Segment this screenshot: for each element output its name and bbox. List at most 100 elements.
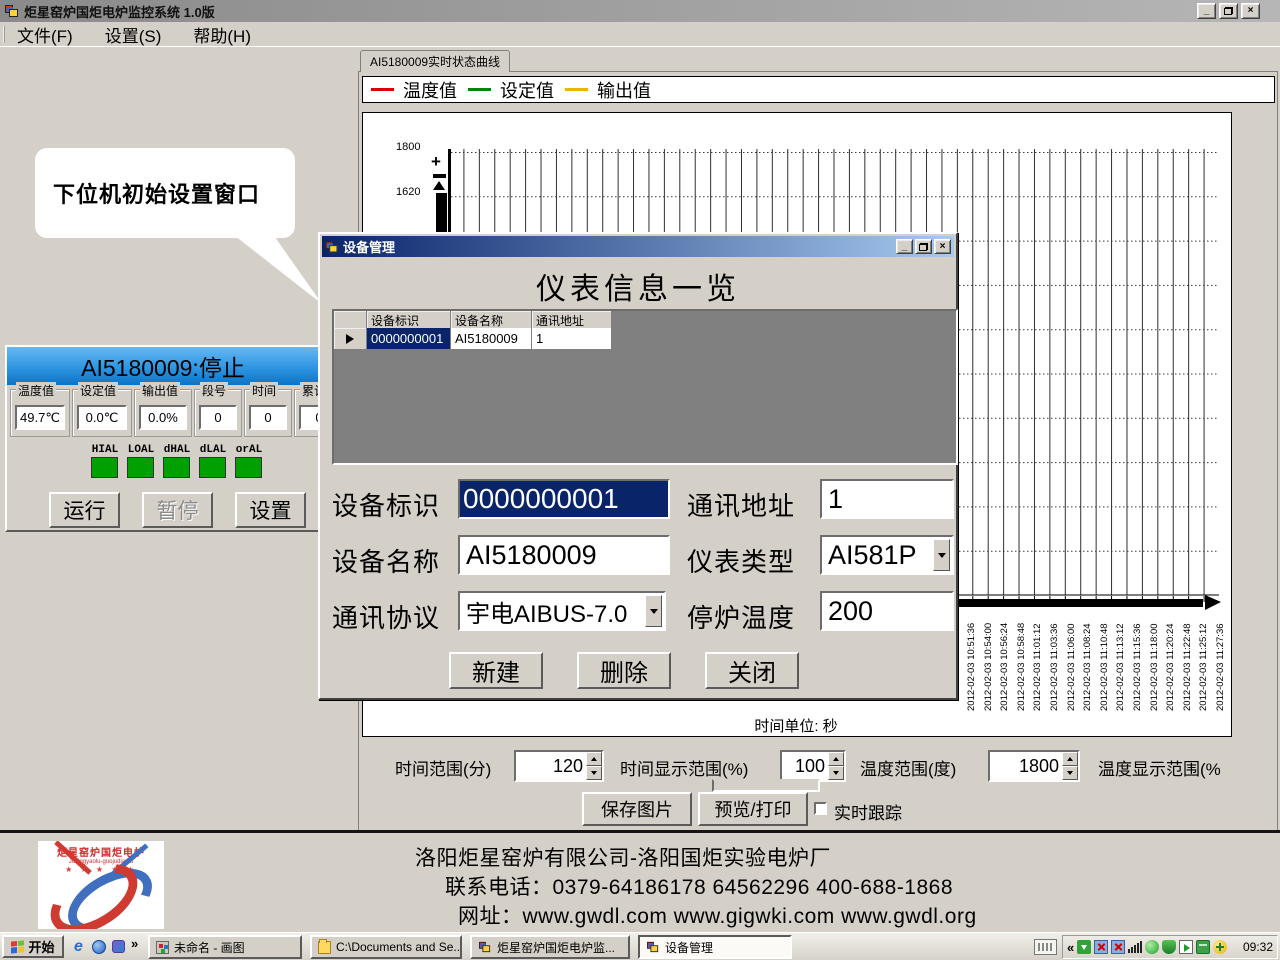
realtime-track-checkbox[interactable] (814, 802, 827, 815)
temp-range-label: 温度范围(度) (860, 755, 956, 780)
cell-device-id[interactable]: 0000000001 (367, 328, 451, 350)
meter-type-select[interactable]: AI581P (820, 535, 954, 575)
contact-phone: 联系电话：0379-64186178 64562296 400-688-1868 (445, 871, 953, 901)
cell-device-name[interactable]: AI5180009 (451, 328, 532, 350)
tray-network-disconnected-icon[interactable] (1094, 940, 1108, 954)
task-explorer[interactable]: C:\Documents and Se... (310, 935, 462, 959)
tab-realtime-curve[interactable]: AI5180009实时状态曲线 (360, 50, 510, 72)
x-tick: 2012-02-03 11:18:00 (1149, 623, 1160, 711)
delete-button[interactable]: 删除 (577, 652, 671, 689)
spin-down-icon[interactable] (586, 766, 602, 780)
temperature-line-swatch (371, 88, 394, 91)
task-paint[interactable]: 未命名 - 画图 (148, 935, 302, 959)
clock[interactable]: 09:32 (1243, 940, 1273, 954)
run-button[interactable]: 运行 (49, 492, 120, 528)
zoom-out-icon[interactable] (433, 174, 446, 178)
preview-print-button[interactable]: 预览/打印 (698, 792, 808, 826)
x-tick: 2012-02-03 10:56:24 (999, 623, 1010, 711)
device-status-panel: AI5180009:停止 温度值 49.7℃ 设定值 0.0℃ 输出值 0.0%… (5, 345, 321, 532)
browser-globe-icon[interactable] (90, 938, 107, 955)
field-output: 输出值 0.0% (134, 389, 192, 437)
chevron-down-icon[interactable] (645, 595, 662, 627)
start-button[interactable]: 开始 (2, 935, 64, 958)
time-display-value[interactable]: 100 (782, 752, 828, 780)
stop-temp-field[interactable]: 200 (820, 591, 954, 631)
spin-down-icon[interactable] (1062, 766, 1078, 780)
dialog-minimize-button[interactable]: _ (896, 239, 913, 254)
settings-button[interactable]: 设置 (235, 492, 306, 528)
minimize-button[interactable]: _ (1197, 3, 1216, 19)
pause-label: 暂停 (157, 495, 199, 525)
save-image-button[interactable]: 保存图片 (582, 792, 692, 826)
dialog-title-bar[interactable]: 设备管理 _ × (322, 236, 954, 257)
tray-network-disconnected-icon-2[interactable] (1111, 940, 1125, 954)
task-monitor-app[interactable]: 炬星窑炉国炬电炉监... (470, 935, 630, 959)
device-name-field[interactable]: AI5180009 (458, 535, 670, 575)
tray-signal-bars-icon[interactable] (1128, 940, 1142, 954)
internet-explorer-icon[interactable]: e (70, 938, 87, 955)
temp-range-spinner[interactable]: 1800 (988, 750, 1080, 782)
chart-legend: 温度值 设定值 输出值 (362, 76, 1275, 103)
temp-display-label: 温度显示范围(% (1098, 755, 1221, 780)
spin-up-icon[interactable] (828, 752, 844, 766)
tray-report-icon[interactable] (1179, 940, 1193, 954)
restore-button[interactable] (1219, 3, 1238, 19)
device-name-label: 设备名称 (332, 542, 440, 579)
protocol-value: 宇电AIBUS-7.0 (466, 594, 627, 629)
table-row[interactable]: 0000000001 AI5180009 1 (334, 328, 612, 350)
field-value: 0.0% (139, 405, 187, 430)
time-display-spinner[interactable]: 100 (780, 750, 846, 782)
close-button[interactable]: × (1241, 3, 1260, 19)
cell-comm-addr[interactable]: 1 (532, 328, 612, 350)
quick-launch-chevron-icon[interactable]: » (131, 936, 138, 951)
tray-download-icon[interactable] (1077, 940, 1091, 954)
settings-label: 设置 (250, 495, 292, 525)
legend-item-temperature: 温度值 (371, 77, 457, 103)
alarm-indicator-dhal (163, 457, 190, 478)
chevron-down-icon[interactable] (933, 539, 950, 571)
legend-item-setpoint: 设定值 (468, 77, 554, 103)
dialog-close-button[interactable]: × (934, 239, 951, 254)
new-button[interactable]: 新建 (449, 652, 543, 689)
time-range-value[interactable]: 120 (516, 752, 586, 780)
partial-spinbox (712, 779, 820, 792)
legend-item-output: 输出值 (565, 77, 651, 103)
protocol-select[interactable]: 宇电AIBUS-7.0 (458, 591, 666, 631)
zoom-in-icon[interactable]: + (431, 152, 441, 172)
task-label: C:\Documents and Se... (336, 940, 462, 954)
time-display-label: 时间显示范围(%) (620, 755, 748, 780)
dialog-maximize-button[interactable] (915, 239, 932, 254)
menu-help[interactable]: 帮助(H) (190, 21, 254, 48)
spin-up-icon[interactable] (1062, 752, 1078, 766)
windows-logo-icon (11, 940, 24, 953)
task-device-management[interactable]: 设备管理 (638, 935, 792, 959)
tray-chevron-icon[interactable]: « (1067, 940, 1074, 955)
menu-file[interactable]: 文件(F) (14, 21, 76, 48)
scroll-up-icon[interactable] (433, 181, 445, 190)
alarm-label-dhal: dHAL (163, 444, 191, 456)
field-value: 0 (199, 405, 237, 430)
tray-globe-icon[interactable] (1145, 940, 1159, 954)
time-range-spinner[interactable]: 120 (514, 750, 604, 782)
x-tick: 2012-02-03 11:13:12 (1115, 623, 1126, 711)
menu-settings[interactable]: 设置(S) (102, 21, 165, 48)
keyboard-icon[interactable] (1034, 939, 1057, 955)
comm-addr-field[interactable]: 1 (820, 479, 954, 519)
device-id-field[interactable]: 0000000001 (458, 479, 670, 519)
spin-up-icon[interactable] (586, 752, 602, 766)
alarm-label-dlal: dLAL (199, 444, 227, 456)
spin-down-icon[interactable] (828, 766, 844, 780)
tray-shield-icon[interactable] (1162, 940, 1176, 954)
callout-bubble: 下位机初始设置窗口 (35, 148, 295, 238)
tray-box-icon[interactable] (1196, 940, 1210, 954)
tray-update-icon[interactable] (1213, 940, 1227, 954)
media-player-icon[interactable] (110, 938, 127, 955)
temp-range-value[interactable]: 1800 (990, 752, 1062, 780)
x-tick: 2012-02-03 11:01:12 (1032, 623, 1043, 711)
close-dialog-button[interactable]: 关闭 (705, 652, 799, 689)
alarm-indicator-dlal (199, 457, 226, 478)
field-value: 49.7℃ (15, 405, 65, 430)
system-tray: « 09:32 (1062, 935, 1278, 959)
app-icon (479, 941, 491, 953)
restore-icon (1224, 7, 1233, 15)
